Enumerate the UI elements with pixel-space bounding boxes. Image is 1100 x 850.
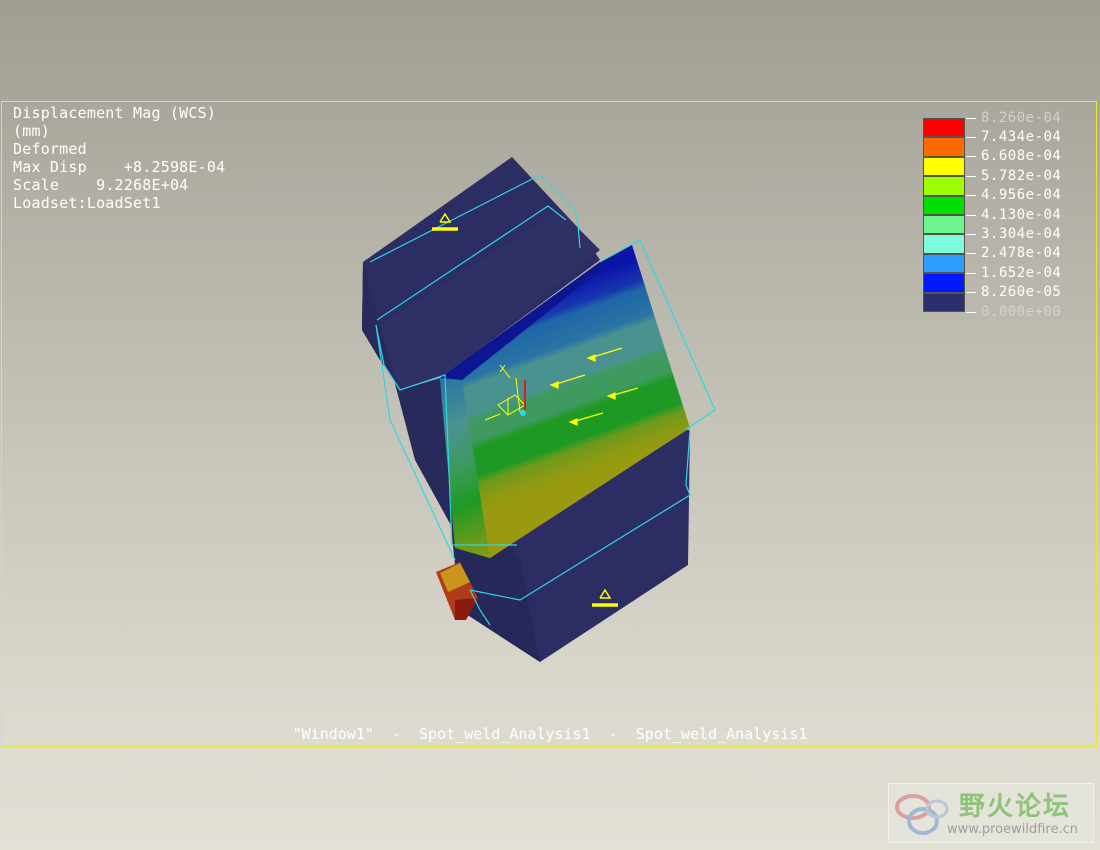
legend-label: 8.260e-04 bbox=[981, 110, 1062, 126]
legend-tick bbox=[966, 156, 976, 157]
legend-label: 2.478e-04 bbox=[981, 245, 1062, 261]
legend-swatch bbox=[923, 176, 965, 196]
legend-swatch bbox=[923, 234, 965, 254]
legend-tick bbox=[966, 292, 976, 293]
legend-tick bbox=[966, 118, 976, 119]
legend-tick bbox=[966, 176, 976, 177]
legend-swatch bbox=[923, 195, 965, 215]
legend-swatch bbox=[923, 118, 965, 138]
watermark-url: www.proewildfire.cn bbox=[947, 822, 1078, 837]
legend-label: 7.434e-04 bbox=[981, 129, 1062, 145]
legend-tick bbox=[966, 215, 976, 216]
legend-tick bbox=[966, 137, 976, 138]
legend-label: 4.956e-04 bbox=[981, 187, 1062, 203]
legend-swatch bbox=[923, 156, 965, 177]
legend-swatch bbox=[923, 137, 965, 157]
legend-tick bbox=[966, 195, 976, 196]
legend-swatch bbox=[923, 253, 965, 274]
legend-label: 5.782e-04 bbox=[981, 168, 1062, 184]
legend-tick bbox=[966, 253, 976, 254]
forum-watermark: 野火论坛 www.proewildfire.cn bbox=[888, 783, 1094, 843]
window-caption: "Window1" - Spot_weld_Analysis1 - Spot_w… bbox=[292, 725, 808, 743]
legend-tick bbox=[966, 234, 976, 235]
legend-swatch bbox=[923, 215, 965, 235]
legend-tick bbox=[966, 312, 976, 313]
legend-tick bbox=[966, 273, 976, 274]
legend-label: 0.000e+00 bbox=[981, 304, 1062, 320]
legend-swatch bbox=[923, 292, 965, 312]
legend-label: 6.608e-04 bbox=[981, 148, 1062, 164]
legend-swatch bbox=[923, 273, 965, 293]
legend-label: 3.304e-04 bbox=[981, 226, 1062, 242]
butterfly-logo-icon bbox=[895, 794, 949, 835]
watermark-title: 野火论坛 bbox=[959, 792, 1072, 822]
legend-label: 8.260e-05 bbox=[981, 284, 1062, 300]
legend-label: 4.130e-04 bbox=[981, 207, 1062, 223]
legend-label: 1.652e-04 bbox=[981, 265, 1062, 281]
